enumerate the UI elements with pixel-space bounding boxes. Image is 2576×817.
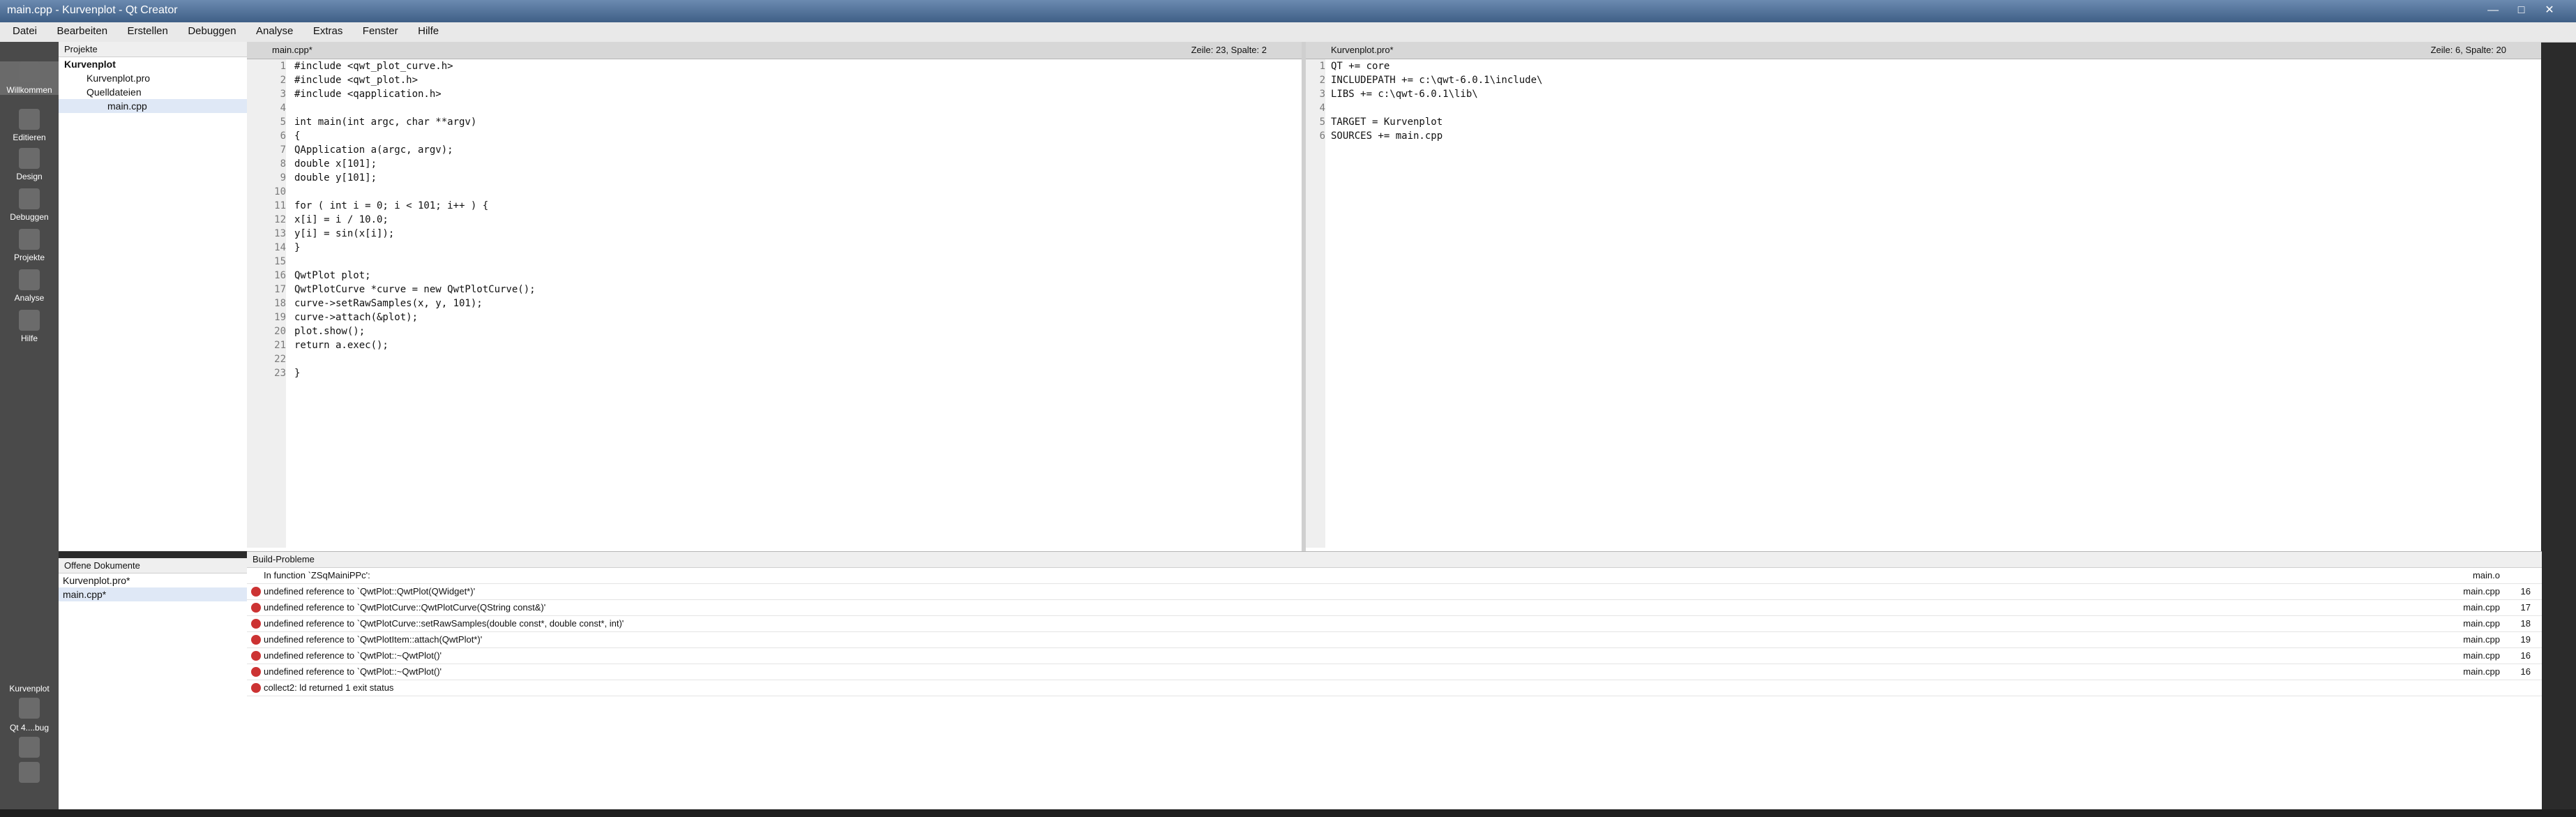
kit-config: Qt 4....bug [9, 723, 50, 733]
open-documents-panel: Offene Dokumente Kurvenplot.pro* main.cp… [59, 558, 248, 809]
open-doc-item[interactable]: Kurvenplot.pro* [59, 574, 247, 587]
error-icon [251, 651, 261, 661]
line-numbers: 12345 6 7 8 9 10 11 12 13 14 15 16 17 18 19 20 21 22 2… [247, 59, 286, 548]
taskbar [0, 809, 2576, 817]
tree-item-sources[interactable]: Quelldateien [59, 85, 247, 99]
issue-row[interactable]: undefined reference to `QwtPlot::~QwtPlo… [247, 648, 2542, 664]
close-icon[interactable]: ✕ [2537, 3, 2562, 18]
menu-datei[interactable]: Datei [8, 22, 41, 40]
projects-icon [19, 229, 40, 250]
design-icon [19, 148, 40, 169]
error-icon [251, 619, 261, 629]
tree-item-project[interactable]: Kurvenplot [59, 57, 247, 71]
open-documents-header: Offene Dokumente [59, 558, 247, 574]
build-issues-panel: Build-Probleme In function `ZSqMainiPPc'… [247, 551, 2542, 810]
maximize-icon[interactable]: □ [2509, 4, 2534, 20]
file-name[interactable]: main.cpp* [272, 45, 312, 55]
mode-projekte[interactable]: Projekte [0, 229, 59, 262]
project-tree: Kurvenplot Kurvenplot.pro Quelldateien m… [59, 57, 247, 113]
menu-analyse[interactable]: Analyse [252, 22, 297, 40]
file-name[interactable]: Kurvenplot.pro* [1331, 45, 1394, 55]
editor-right: Kurvenplot.pro* Zeile: 6, Spalte: 20 123… [1306, 42, 2541, 551]
window-controls: — □ ✕ [2480, 3, 2562, 20]
mode-design[interactable]: Design [0, 148, 59, 181]
debug-icon [19, 188, 40, 209]
cursor-position: Zeile: 6, Spalte: 20 [2430, 45, 2506, 55]
kit-selector[interactable]: Kurvenplot Qt 4....bug [0, 684, 59, 787]
error-icon [251, 667, 261, 677]
build-icon[interactable] [19, 762, 40, 783]
code-text[interactable]: #include <qwt_plot_curve.h> #include <qw… [294, 59, 536, 380]
window-title: main.cpp - Kurvenplot - Qt Creator [7, 4, 178, 16]
menu-erstellen[interactable]: Erstellen [123, 22, 172, 40]
editor-left: main.cpp* Zeile: 23, Spalte: 2 12345 678… [247, 42, 1302, 551]
mode-debuggen[interactable]: Debuggen [0, 188, 59, 222]
cursor-position: Zeile: 23, Spalte: 2 [1191, 45, 1267, 55]
tree-item-main[interactable]: main.cpp [59, 99, 247, 113]
issue-row[interactable]: collect2: ld returned 1 exit status [247, 680, 2542, 696]
editor-left-tabbar: main.cpp* Zeile: 23, Spalte: 2 [247, 42, 1302, 59]
issue-row[interactable]: undefined reference to `QwtPlotItem::att… [247, 632, 2542, 648]
analyze-icon [19, 269, 40, 290]
menu-bar: Datei Bearbeiten Erstellen Debuggen Anal… [0, 22, 2576, 43]
issue-row[interactable]: undefined reference to `QwtPlot::QwtPlot… [247, 584, 2542, 600]
editor-right-tabbar: Kurvenplot.pro* Zeile: 6, Spalte: 20 [1306, 42, 2541, 59]
edit-icon [19, 109, 40, 130]
mode-hilfe[interactable]: Hilfe [0, 310, 59, 343]
title-bar: main.cpp - Kurvenplot - Qt Creator — □ ✕ [0, 0, 2576, 22]
run-icon[interactable] [19, 737, 40, 758]
help-icon [19, 310, 40, 331]
build-issues-header: Build-Probleme [247, 552, 2542, 568]
error-icon [251, 587, 261, 597]
error-icon [251, 683, 261, 693]
projects-header: Projekte [59, 42, 247, 57]
error-icon [251, 635, 261, 645]
line-numbers: 123456 [1306, 59, 1325, 548]
issue-row[interactable]: undefined reference to `QwtPlotCurve::Qw… [247, 600, 2542, 616]
menu-extras[interactable]: Extras [309, 22, 347, 40]
menu-fenster[interactable]: Fenster [359, 22, 402, 40]
issue-row[interactable]: undefined reference to `QwtPlot::~QwtPlo… [247, 664, 2542, 680]
projects-panel: Projekte Kurvenplot Kurvenplot.pro Quell… [59, 42, 248, 551]
open-doc-item[interactable]: main.cpp* [59, 587, 247, 601]
welcome-icon [19, 61, 40, 82]
menu-bearbeiten[interactable]: Bearbeiten [52, 22, 112, 40]
issue-row[interactable]: undefined reference to `QwtPlotCurve::se… [247, 616, 2542, 632]
monitor-icon [19, 698, 40, 719]
error-icon [251, 603, 261, 613]
minimize-icon[interactable]: — [2480, 4, 2506, 20]
menu-hilfe[interactable]: Hilfe [414, 22, 443, 40]
tree-item-pro[interactable]: Kurvenplot.pro [59, 71, 247, 85]
kit-project: Kurvenplot [9, 684, 50, 694]
mode-analyse[interactable]: Analyse [0, 269, 59, 303]
issue-row[interactable]: In function `ZSqMainiPPc': main.o [247, 568, 2542, 584]
code-text[interactable]: QT += core INCLUDEPATH += c:\qwt-6.0.1\i… [1331, 59, 1542, 143]
mode-willkommen[interactable]: Willkommen [0, 61, 59, 95]
menu-debuggen[interactable]: Debuggen [183, 22, 240, 40]
mode-editieren[interactable]: Editieren [0, 109, 59, 142]
